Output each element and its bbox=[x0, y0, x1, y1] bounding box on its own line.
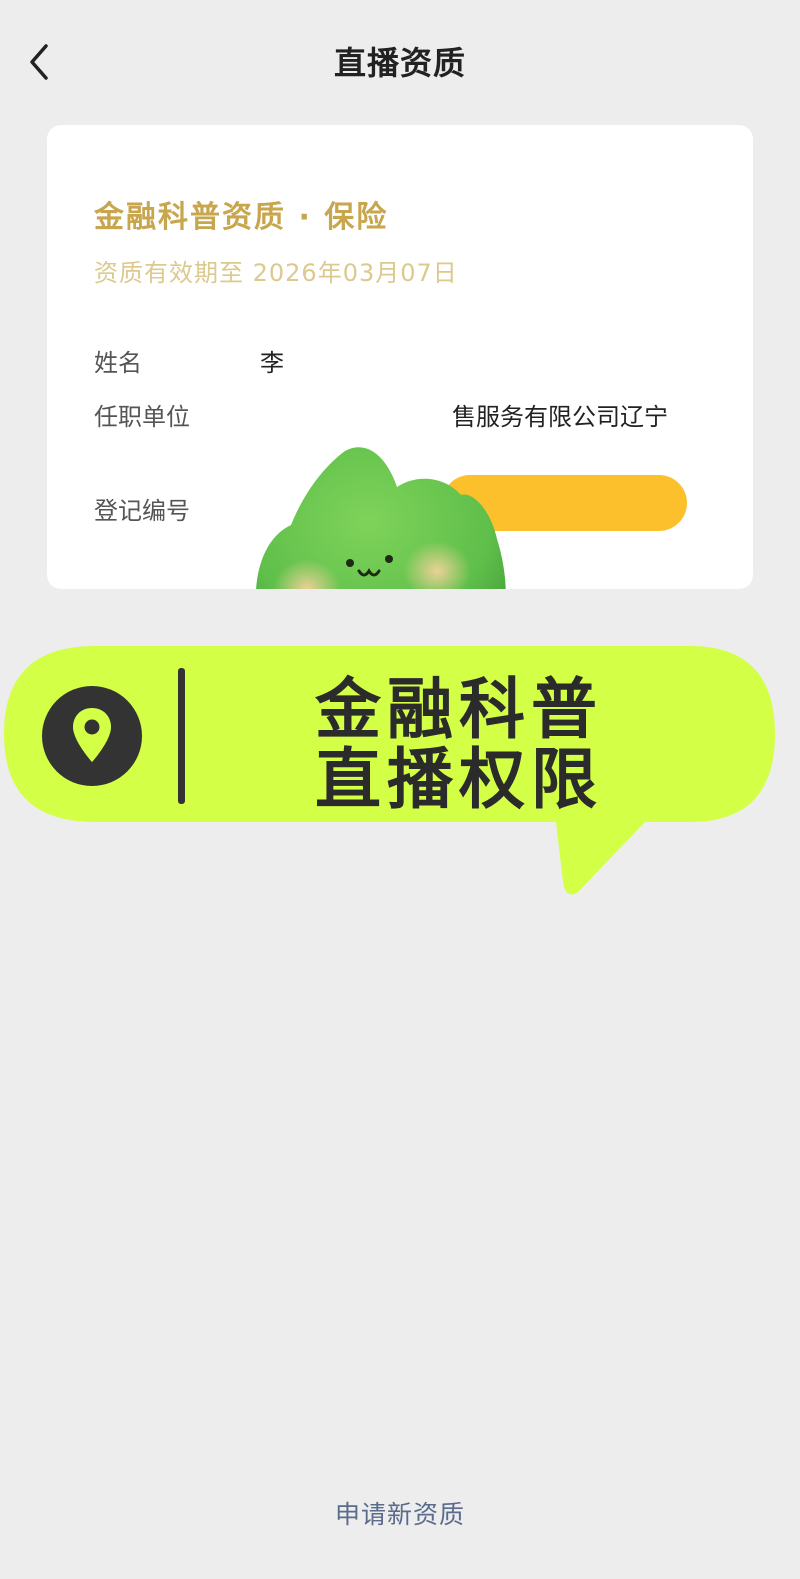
page-title: 直播资质 bbox=[333, 44, 466, 82]
apply-new-qualification-link[interactable]: 申请新资质 bbox=[0, 1495, 800, 1531]
bubble-divider bbox=[178, 668, 185, 804]
top-navbar: 直播资质 bbox=[0, 0, 800, 120]
bubble-text-line-1: 金融科普 bbox=[315, 671, 603, 748]
qualification-card: 金融科普资质 · 保险 资质有效期至 2026年03月07日 姓名 李 任职单位… bbox=[47, 125, 753, 589]
qualification-validity: 资质有效期至 2026年03月07日 bbox=[94, 259, 458, 287]
name-label: 姓名 bbox=[94, 349, 142, 377]
employer-label: 任职单位 bbox=[94, 403, 190, 431]
green-mascot-sticker bbox=[247, 443, 512, 589]
employer-value: 售服务有限公司辽宁 bbox=[452, 403, 668, 431]
location-pin-icon bbox=[73, 708, 111, 762]
location-pin-badge bbox=[42, 686, 142, 786]
registration-label: 登记编号 bbox=[94, 497, 190, 525]
bubble-text-line-2: 直播权限 bbox=[315, 741, 603, 818]
name-value: 李 bbox=[260, 349, 284, 377]
qualification-title: 金融科普资质 · 保险 bbox=[94, 200, 389, 235]
